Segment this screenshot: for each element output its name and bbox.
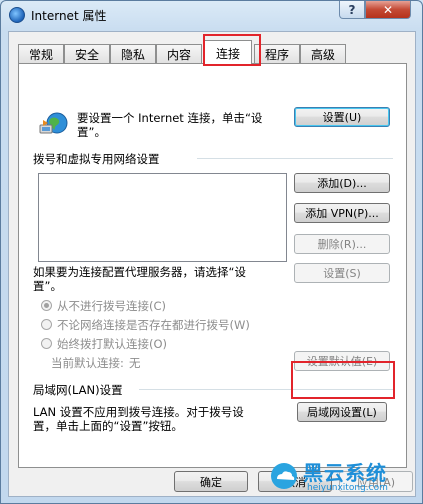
current-default-label: 当前默认连接: — [51, 356, 124, 370]
highlight-box-lan-button — [291, 361, 395, 399]
connections-listbox[interactable] — [38, 173, 287, 262]
tab-general[interactable]: 常规 — [18, 44, 64, 63]
add-button[interactable]: 添加(D)... — [294, 173, 390, 193]
setup-button[interactable]: 设置(U) — [294, 107, 390, 127]
dialup-settings-button[interactable]: 设置(S) — [294, 263, 390, 283]
dialog-client-area: 常规 安全 隐私 内容 连接 程序 高级 要设置一个 Internet 连接，单… — [8, 31, 416, 497]
watermark: 黑云系统 heiyunxitong.com — [267, 457, 413, 495]
delete-button[interactable]: 删除(R)... — [294, 234, 390, 254]
dialup-separator — [197, 158, 393, 159]
radio-always-dial-default[interactable] — [41, 338, 52, 349]
title-bar[interactable]: Internet 属性 ? ✕ — [1, 1, 422, 29]
radio-dial-when-no-network-label: 不论网络连接是否存在都进行拨号(W) — [57, 318, 250, 332]
tab-advanced[interactable]: 高级 — [300, 44, 346, 63]
ok-button[interactable]: 确定 — [174, 471, 248, 492]
radio-never-dial-label: 从不进行拨号连接(C) — [57, 299, 167, 313]
current-default-value: 无 — [129, 356, 141, 370]
dialup-heading: 拨号和虚拟专用网络设置 — [33, 152, 160, 166]
radio-never-dial[interactable] — [41, 300, 52, 311]
window-title: Internet 属性 — [31, 9, 107, 23]
add-vpn-button[interactable]: 添加 VPN(P)... — [294, 203, 390, 223]
proxy-text-line2: 置”。 — [33, 279, 62, 293]
lan-text-line2: 置，单击上面的“设置”按钮。 — [33, 419, 183, 433]
network-globe-icon — [39, 112, 68, 134]
radio-always-dial-default-label: 始终拨打默认连接(O) — [57, 337, 168, 351]
tab-security[interactable]: 安全 — [64, 44, 110, 63]
globe-icon — [9, 7, 25, 23]
help-button[interactable]: ? — [339, 1, 365, 19]
connections-panel: 要设置一个 Internet 连接，单击“设 置”。 设置(U) 拨号和虚拟专用… — [18, 63, 407, 468]
highlight-box-connections-tab — [203, 34, 261, 66]
lan-heading: 局域网(LAN)设置 — [33, 383, 123, 397]
proxy-text-line1: 如果要为连接配置代理服务器，请选择“设 — [33, 265, 246, 279]
setup-text-line2: 置”。 — [77, 125, 106, 139]
radio-dial-when-no-network[interactable] — [41, 319, 52, 330]
close-button[interactable]: ✕ — [365, 1, 411, 19]
cloud-logo-icon — [271, 463, 297, 489]
tab-content[interactable]: 内容 — [156, 44, 202, 63]
lan-settings-button[interactable]: 局域网设置(L) — [297, 402, 387, 422]
internet-properties-window: Internet 属性 ? ✕ 常规 安全 隐私 内容 连接 程序 高级 要设置… — [0, 0, 423, 504]
watermark-url: heiyunxitong.com — [307, 483, 388, 493]
watermark-brand: 黑云系统 — [303, 461, 387, 485]
tab-privacy[interactable]: 隐私 — [110, 44, 156, 63]
